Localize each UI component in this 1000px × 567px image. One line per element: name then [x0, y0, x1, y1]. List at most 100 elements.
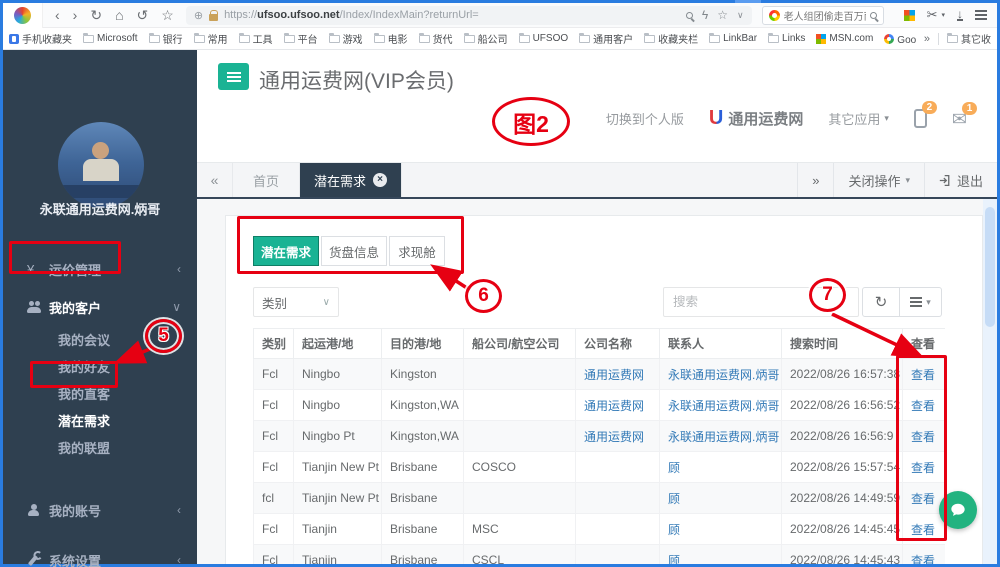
sidebar-item-system-settings[interactable]: 系统设置 ‹	[3, 541, 197, 567]
bookmark-item[interactable]: 其它收	[947, 31, 991, 46]
scrollbar[interactable]	[983, 199, 997, 564]
bookmark-item[interactable]: 手机收藏夹	[9, 31, 72, 46]
download-icon[interactable]: ↓	[957, 8, 963, 21]
subtab-seek-space[interactable]: 求现舱	[389, 236, 445, 266]
table-cell: 2022/08/26 15:57:54	[781, 451, 903, 483]
sidebar-item-my-account[interactable]: 我的账号 ‹	[3, 491, 197, 529]
flash-icon[interactable]: ϟ	[702, 8, 708, 22]
table-cell: 查看	[902, 389, 945, 421]
sidebar-toggle-button[interactable]	[218, 63, 249, 90]
reader-mode-icon[interactable]: ⊕	[194, 9, 203, 22]
messages-button[interactable]: ✉ 1	[952, 101, 977, 128]
browser-toolbar: ‹ › ↻ ⌂ ↺ ☆ ⊕ https://ufsoo.ufsoo.net/In…	[3, 2, 997, 28]
scroll-tabs-left-icon[interactable]: «	[197, 163, 233, 197]
sidebar-item-my-meetings[interactable]: 我的会议	[3, 326, 197, 353]
chat-bubble-icon	[951, 503, 965, 516]
bookmark-item[interactable]: 货代	[418, 31, 453, 46]
forward-icon[interactable]: ›	[73, 8, 78, 22]
scrollbar-thumb[interactable]	[985, 207, 995, 327]
table-row: Fcl Tianjin New Pt Brisbane COSCO 顾 2022/08/2…	[253, 451, 945, 483]
sidebar-item-my-direct-customers[interactable]: 我的直客	[3, 380, 197, 407]
other-apps-dropdown[interactable]: 其它应用 ▾	[828, 109, 889, 128]
bookmark-item[interactable]: 收藏夹栏	[644, 31, 698, 46]
table-row: fcl Tianjin New Pt Brisbane 顾 2022/08/26 14:…	[253, 482, 945, 514]
view-link[interactable]: 查看	[911, 461, 935, 475]
detail-link[interactable]: 永联通用运费网.炳哥	[668, 430, 779, 444]
zoom-icon[interactable]	[685, 11, 693, 19]
brand-logo[interactable]: U 通用运费网	[709, 107, 803, 130]
detail-link[interactable]: 顾	[668, 461, 680, 475]
detail-link[interactable]: 通用运费网	[584, 430, 644, 444]
menu-icon[interactable]	[975, 14, 987, 16]
table-cell: 查看	[902, 544, 945, 565]
bookmark-item[interactable]: UFSOO	[518, 32, 568, 44]
search-icon[interactable]	[869, 11, 877, 19]
detail-link[interactable]: 顾	[668, 554, 680, 565]
back-icon[interactable]: ‹	[55, 8, 60, 22]
detail-link[interactable]: 通用运费网	[584, 399, 644, 413]
logout-button[interactable]: 退出	[923, 163, 997, 197]
view-link[interactable]: 查看	[911, 492, 935, 506]
subtab-potential-demand[interactable]: 潜在需求	[253, 236, 319, 266]
mobile-notifications-button[interactable]: 2	[913, 101, 937, 128]
bookmark-star-icon[interactable]: ☆	[717, 8, 728, 22]
table-cell: Tianjin New Pt	[293, 451, 382, 483]
switch-personal-link[interactable]: 切换到个人版	[606, 109, 684, 128]
sidebar-item-my-customers[interactable]: 我的客户 ∨	[3, 288, 197, 326]
table-cell: 永联通用运费网.炳哥	[659, 358, 782, 390]
view-link[interactable]: 查看	[911, 368, 935, 382]
bookmark-item[interactable]: Microsoft	[83, 32, 138, 44]
scissors-icon[interactable]: ✂	[927, 7, 938, 23]
bookmark-item[interactable]: Google 翻	[884, 31, 916, 46]
bookmark-item[interactable]: 船公司	[463, 31, 508, 46]
columns-dropdown-button[interactable]: ▾	[900, 287, 942, 317]
view-link[interactable]: 查看	[911, 523, 935, 537]
bookmark-item[interactable]: MSN.com	[816, 33, 873, 44]
view-link[interactable]: 查看	[911, 554, 935, 565]
tab-home[interactable]: 首页	[233, 163, 301, 197]
scroll-tabs-right-icon[interactable]: »	[797, 163, 833, 197]
chat-fab-button[interactable]	[939, 491, 977, 529]
chevron-down-icon[interactable]: ∨	[737, 10, 744, 21]
scissors-caret-icon[interactable]: ▾	[941, 11, 945, 19]
detail-link[interactable]: 通用运费网	[584, 368, 644, 382]
bookmarks-overflow-icon[interactable]: »	[916, 33, 938, 45]
sidebar-item-potential-demand[interactable]: 潜在需求	[3, 407, 197, 434]
sidebar-item-my-alliance[interactable]: 我的联盟	[3, 434, 197, 461]
subtab-cargo-info[interactable]: 货盘信息	[321, 236, 387, 266]
bookmark-item[interactable]: 银行	[148, 31, 183, 46]
close-operations-dropdown[interactable]: 关闭操作 ▾	[833, 163, 924, 197]
home-icon[interactable]: ⌂	[115, 8, 123, 22]
history-icon[interactable]: ↺	[137, 8, 149, 22]
refresh-icon[interactable]: ↻	[90, 8, 102, 22]
address-bar[interactable]: ⊕ https://ufsoo.ufsoo.net/Index/IndexMai…	[185, 5, 752, 25]
search-input[interactable]	[663, 287, 859, 317]
bookmark-item[interactable]: 电影	[373, 31, 408, 46]
sidebar-item-rate-management[interactable]: ¥ 运价管理 ‹	[3, 250, 197, 288]
bookmark-item[interactable]: 通用客户	[579, 31, 633, 46]
refresh-button[interactable]: ↻	[862, 287, 900, 317]
bookmark-item[interactable]: 游戏	[328, 31, 363, 46]
detail-link[interactable]: 顾	[668, 523, 680, 537]
folder-icon	[947, 32, 958, 43]
browser-search-box[interactable]: 老人组团偷走百万南瓜	[761, 5, 884, 25]
category-select[interactable]: 类别 ∨	[253, 287, 339, 317]
bookmark-item[interactable]: Links	[768, 32, 805, 44]
column-header: 类别	[253, 328, 294, 359]
detail-link[interactable]: 永联通用运费网.炳哥	[668, 368, 779, 382]
avatar[interactable]	[58, 122, 144, 208]
favorite-icon[interactable]: ☆	[161, 8, 174, 22]
bookmark-item[interactable]: 常用	[193, 31, 228, 46]
bookmark-item[interactable]: 平台	[283, 31, 318, 46]
tab-potential-demand[interactable]: 潜在需求 ×	[300, 163, 403, 197]
chevron-left-icon: ‹	[177, 262, 181, 276]
bookmark-item[interactable]: 工具	[238, 31, 273, 46]
detail-link[interactable]: 顾	[668, 492, 680, 506]
close-tab-icon[interactable]: ×	[373, 173, 388, 187]
view-link[interactable]: 查看	[911, 399, 935, 413]
apps-grid-icon[interactable]	[903, 9, 915, 21]
sidebar-item-my-friends[interactable]: 我的好友	[3, 353, 197, 380]
bookmark-item[interactable]: LinkBar	[709, 32, 757, 44]
detail-link[interactable]: 永联通用运费网.炳哥	[668, 399, 779, 413]
view-link[interactable]: 查看	[911, 430, 935, 444]
